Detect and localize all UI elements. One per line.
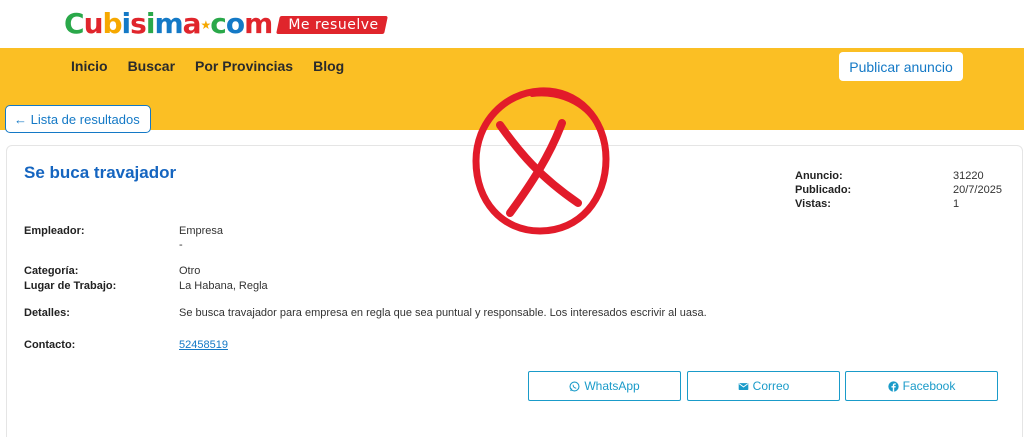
publish-ad-button[interactable]: Publicar anuncio xyxy=(839,52,963,81)
meta-value: 31220 xyxy=(953,170,984,182)
logo-letter: b xyxy=(102,7,123,40)
category-value: Otro xyxy=(179,265,201,277)
logo-letter: o xyxy=(225,7,245,40)
logo-letter: m xyxy=(154,7,183,40)
logo-letter: m xyxy=(244,7,273,40)
meta-row-vistas: Vistas: 1 xyxy=(795,197,1002,211)
logo-letter: c xyxy=(210,7,227,40)
logo-letter: ★ xyxy=(200,18,212,32)
share-whatsapp-button[interactable]: WhatsApp xyxy=(528,371,681,401)
meta-label: Vistas: xyxy=(795,198,831,210)
facebook-icon xyxy=(887,380,899,392)
nav-item-provincias[interactable]: Por Provincias xyxy=(195,58,293,74)
details-label: Detalles: xyxy=(24,307,70,319)
meta-label: Anuncio: xyxy=(795,170,843,182)
share-facebook-label: Facebook xyxy=(902,379,956,393)
workplace-label: Lugar de Trabajo: xyxy=(24,280,117,292)
category-label: Categoría: xyxy=(24,265,79,277)
listing-title: Se buca travajador xyxy=(24,163,177,182)
back-to-results-button[interactable]: ← Lista de resultados xyxy=(5,105,151,133)
meta-value: 1 xyxy=(953,198,960,210)
meta-value: 20/7/2025 xyxy=(953,184,1002,196)
logo-letter: i xyxy=(145,7,156,40)
contact-label: Contacto: xyxy=(24,339,76,351)
logo-letter: C xyxy=(64,7,85,40)
nav-item-inicio[interactable]: Inicio xyxy=(71,58,108,74)
share-email-button[interactable]: Correo xyxy=(687,371,840,401)
workplace-value: La Habana, Regla xyxy=(179,280,268,292)
logo-letter: u xyxy=(83,7,104,40)
meta-label: Publicado: xyxy=(795,184,852,196)
site-logo[interactable]: Cubisima★com Me resuelve xyxy=(64,6,389,43)
logo-letter: i xyxy=(121,7,132,40)
nav-item-blog[interactable]: Blog xyxy=(313,58,344,74)
share-email-label: Correo xyxy=(752,379,790,393)
employer-value: Empresa xyxy=(179,225,224,237)
share-facebook-button[interactable]: Facebook xyxy=(845,371,998,401)
logo-tagline: Me resuelve xyxy=(276,14,389,36)
employer-label: Empleador: xyxy=(24,225,85,237)
main-nav: Inicio Buscar Por Provincias Blog xyxy=(71,58,344,74)
employer-subvalue: - xyxy=(179,239,183,251)
whatsapp-icon xyxy=(569,380,580,392)
envelope-icon xyxy=(738,382,748,390)
meta-row-publicado: Publicado: 20/7/2025 xyxy=(795,183,1002,197)
logo-letter: s xyxy=(130,7,147,40)
contact-phone-link[interactable]: 52458519 xyxy=(179,339,228,351)
share-whatsapp-label: WhatsApp xyxy=(584,379,640,393)
tagline-text: Me resuelve xyxy=(288,16,379,33)
logo-letter: a xyxy=(182,7,202,40)
header: Cubisima★com Me resuelve xyxy=(0,0,1024,48)
nav-item-buscar[interactable]: Buscar xyxy=(128,58,175,74)
meta-row-anuncio: Anuncio: 31220 xyxy=(795,169,1002,183)
listing-meta: Anuncio: 31220 Publicado: 20/7/2025 Vist… xyxy=(795,169,1002,211)
rejected-x-stamp-icon xyxy=(472,87,610,235)
logo-wordmark: Cubisima★com xyxy=(64,6,273,43)
details-value: Se busca travajador para empresa en regl… xyxy=(179,307,707,319)
